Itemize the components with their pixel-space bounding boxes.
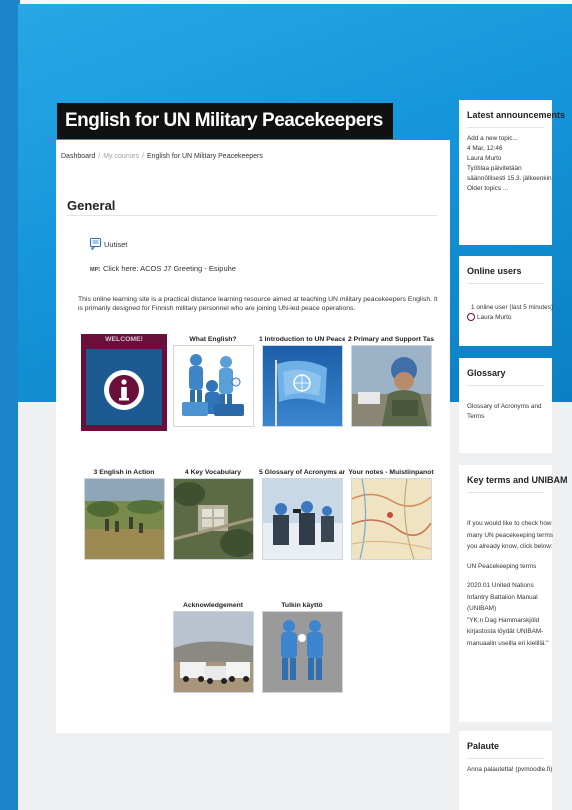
breadcrumb-my-courses[interactable]: My courses (103, 153, 139, 160)
online-count: 1 online user (last 5 minutes) (471, 304, 554, 311)
tile-english-in-action[interactable]: 3 English in Action (81, 467, 167, 560)
tile-primary-support-tasks[interactable]: 2 Primary and Support Tasks (348, 334, 434, 427)
patrol-field-photo (83, 478, 165, 560)
section-title: General (67, 198, 116, 213)
block-title: Online users (467, 266, 522, 276)
svg-text:MP3: MP3 (90, 267, 100, 272)
block-divider (467, 492, 544, 493)
activity-audio-label: Click here: ACOS J7 Greeting - Esipuhe (103, 264, 236, 273)
tile-your-notes[interactable]: Your notes - Muistiinpanot (348, 467, 434, 560)
block-content: 1 online user (last 5 minutes) Laura Mur… (467, 303, 554, 323)
block-feedback: Palaute Anna palautetta! (pvmoodle.fi) (459, 731, 552, 810)
keyterms-note: kirjastosta löydät UNIBAM- (467, 628, 544, 635)
keyterms-note: manuaalin useilla eri kielillä." (467, 639, 549, 647)
breadcrumb-dashboard[interactable]: Dashboard (61, 153, 95, 160)
block-content: Anna palautetta! (pvmoodle.fi) (467, 765, 552, 775)
breadcrumb-separator: / (142, 153, 144, 160)
un-peacekeeping-terms-link[interactable]: UN Peacekeeping terms (467, 561, 549, 573)
block-title: Latest announcements (467, 110, 566, 120)
left-edge-band (0, 0, 20, 810)
breadcrumb: Dashboard / My courses / English for UN Mili… (61, 153, 263, 160)
block-divider (467, 283, 544, 284)
course-description: This online learning site is a practical… (78, 296, 438, 312)
block-divider (467, 127, 544, 128)
mp3-audio-icon: MP3 (90, 265, 101, 274)
tile-welcome[interactable]: WELCOME! (81, 334, 167, 431)
tile-introduction[interactable]: 1 Introduction to UN Peacek... (259, 334, 345, 427)
tile-caption: What English? (189, 336, 237, 343)
block-glossary: Glossary Glossary of Acronyms and Terms (459, 358, 552, 453)
interpreter-clipart (261, 611, 343, 693)
block-key-terms: Key terms and UNIBAM If you would like t… (459, 465, 568, 722)
aerial-camp-photo (172, 478, 254, 560)
soldier-photo (350, 345, 432, 427)
announcement-date: 4 Mar, 12:46 (467, 145, 503, 152)
vehicles-photo (172, 611, 254, 693)
breadcrumb-current[interactable]: English for UN Military Peacekeepers (147, 153, 263, 160)
tile-caption: WELCOME! (81, 334, 167, 345)
activity-audio-greeting[interactable]: MP3 Click here: ACOS J7 Greeting - Esipu… (90, 264, 236, 274)
observers-photo (261, 478, 343, 560)
unibam-link-cont[interactable]: Infantry Battalion Manual (467, 592, 549, 604)
peacekeepers-clipart (172, 345, 254, 427)
tile-key-vocabulary[interactable]: 4 Key Vocabulary (170, 467, 256, 560)
block-divider (467, 385, 544, 386)
map-photo (350, 478, 432, 560)
un-flag-photo (261, 345, 343, 427)
activity-forum-label: Uutiset (104, 239, 128, 249)
announcement-link[interactable]: Työtilaa päivitetään (467, 164, 549, 174)
course-content: Dashboard / My courses / English for UN Mili… (56, 140, 450, 733)
tile-caption: 5 Glossary of Acronyms an... (259, 469, 345, 476)
announcement-author: Laura Murto (467, 155, 502, 162)
unibam-link-cont[interactable]: (UNIBAM) (467, 603, 549, 615)
glossary-link-cont[interactable]: Terms (467, 412, 549, 422)
tile-caption: 1 Introduction to UN Peacek... (259, 336, 345, 343)
block-content: Add a new topic... 4 Mar, 12:46 Laura Mu… (467, 134, 552, 194)
info-icon (81, 345, 167, 431)
forum-icon (90, 238, 101, 252)
activity-forum[interactable]: Uutiset (90, 238, 127, 252)
tile-caption: 2 Primary and Support Tasks (348, 336, 434, 343)
tile-tulkin-kaytto[interactable]: Tulkin käyttö (259, 600, 345, 693)
course-title: English for UN Military Peacekeepers (57, 103, 393, 139)
block-latest-announcements: Latest announcements Add a new topic... … (459, 100, 565, 245)
tile-caption: Tulkin käyttö (281, 602, 323, 609)
tile-caption: 4 Key Vocabulary (184, 469, 242, 476)
keyterms-text: many UN peacekeeping terms (467, 531, 553, 539)
browser-page: English for UN Military Peacekeepers Das… (18, 4, 572, 810)
section-divider (67, 215, 437, 216)
unibam-link[interactable]: 2020.01 United Nations (467, 580, 549, 592)
keyterms-text: If you would like to check how (467, 520, 552, 527)
glossary-link[interactable]: Glossary of Acronyms and (467, 402, 549, 412)
tile-acknowledgement[interactable]: Acknowledgement (170, 600, 256, 693)
tile-glossary-acronyms[interactable]: 5 Glossary of Acronyms an... (259, 467, 345, 560)
add-topic-link[interactable]: Add a new topic... (467, 134, 549, 144)
tile-caption: Acknowledgement (182, 602, 244, 609)
block-title: Key terms and UNIBAM (467, 475, 568, 485)
keyterms-note: "YK:n Dag Hammarskjöld (467, 616, 540, 624)
tile-caption: 3 English in Action (93, 469, 155, 476)
breadcrumb-separator: / (98, 153, 101, 160)
block-title: Glossary (467, 368, 506, 378)
block-content: Glossary of Acronyms and Terms (467, 402, 549, 422)
tile-what-english[interactable]: What English? (170, 334, 256, 427)
block-title: Palaute (467, 741, 500, 751)
block-content: If you would like to check how many UN p… (467, 518, 553, 649)
block-divider (467, 758, 544, 759)
keyterms-text: you already know, click below: (467, 543, 553, 550)
user-status-icon (467, 313, 475, 322)
tile-caption: Your notes - Muistiinpanot (348, 469, 434, 476)
online-user-link[interactable]: Laura Murto (477, 314, 511, 321)
announcement-link-cont[interactable]: säännöllisesti 15.3. jälkeenkin (467, 174, 552, 184)
older-topics-link[interactable]: Older topics ... (467, 184, 549, 194)
block-online-users: Online users 1 online user (last 5 minut… (459, 256, 554, 346)
feedback-link[interactable]: Anna palautetta! (pvmoodle.fi) (467, 765, 552, 775)
